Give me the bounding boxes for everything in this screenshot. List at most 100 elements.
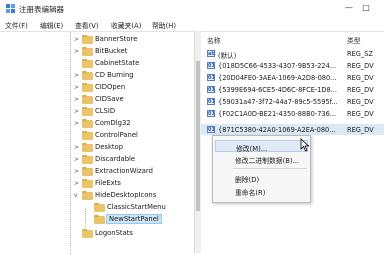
folder-icon <box>82 191 93 200</box>
tree-item-label: ControlPanel <box>95 131 138 139</box>
context-menu-separator <box>233 168 307 169</box>
menu-favorites[interactable]: 收藏夹(A) <box>111 20 141 30</box>
value-type: REG_DV <box>347 86 374 94</box>
context-menu-rename-label: 重命名(R) <box>235 189 266 197</box>
tree-item-newstartpanel[interactable]: NewStartPanel <box>0 214 194 226</box>
value-type: REG_SZ <box>347 50 373 58</box>
tree-item-bitbucket[interactable]: > BitBucket <box>0 46 194 58</box>
menu-bar: 文件(F) 编辑(E) 查看(V) 收藏夹(A) 帮助(H) <box>0 17 384 30</box>
value-name: (默认) <box>218 52 237 60</box>
mouse-pointer-icon <box>300 138 310 152</box>
expand-chevron-icon[interactable]: > <box>74 72 79 79</box>
value-row[interactable]: 01 {5399E694-6CE5-4D6C-8FCE-1D8... REG_D… <box>201 84 384 95</box>
tree-item-label: ExtractionWizard <box>95 167 153 175</box>
tree-item-label: CIDSave <box>95 95 124 103</box>
tree-item-label: BannerStore <box>95 35 138 43</box>
context-menu-rename[interactable]: 重命名(R) <box>215 185 308 197</box>
regedit-window: 注册表编辑器 — □ 文件(F) 编辑(E) 查看(V) 收藏夹(A) 帮助(H… <box>0 0 384 254</box>
column-header-name[interactable]: 名称 <box>207 35 221 45</box>
tree-item-cidopen[interactable]: > CIDOpen <box>0 82 194 94</box>
context-menu-delete[interactable]: 删除(D) <box>215 172 308 184</box>
tree-item-clsid[interactable]: > CLSID <box>0 106 194 118</box>
expand-chevron-icon[interactable]: > <box>74 180 79 187</box>
tree-item-cidsave[interactable]: > CIDSave <box>0 94 194 106</box>
regedit-app-icon <box>6 4 15 13</box>
folder-icon <box>94 215 105 224</box>
expand-chevron-icon[interactable]: > <box>74 96 79 103</box>
value-row[interactable]: 01 {59031a47-3f72-44a7-89c5-5595f... REG… <box>201 96 384 107</box>
expand-chevron-icon[interactable]: > <box>74 120 79 127</box>
tree-item-desktop[interactable]: > Desktop <box>0 142 194 154</box>
tree-item-label: ClassicStartMenu <box>107 203 166 211</box>
folder-icon <box>82 179 93 188</box>
expand-chevron-icon[interactable]: > <box>74 84 79 91</box>
key-tree[interactable]: > BannerStore > BitBucket CabinetState >… <box>0 31 194 254</box>
tree-item-fileexts[interactable]: > FileExts <box>0 178 194 190</box>
reg-binary-icon: 01 <box>207 74 215 81</box>
reg-binary-icon: 01 <box>207 110 215 117</box>
context-menu-modify[interactable]: 修改(M)... <box>215 140 308 153</box>
folder-icon <box>82 47 93 56</box>
tree-scrollbar-thumb[interactable] <box>196 61 200 211</box>
minimize-button[interactable]: — <box>343 2 355 14</box>
expand-chevron-icon[interactable]: > <box>74 48 79 55</box>
expand-chevron-icon[interactable]: > <box>74 168 79 175</box>
folder-icon <box>82 35 93 44</box>
tree-item-discardable[interactable]: > Discardable <box>0 154 194 166</box>
tree-item-extractionwizard[interactable]: > ExtractionWizard <box>0 166 194 178</box>
menu-edit[interactable]: 编辑(E) <box>40 20 63 30</box>
tree-item-label: CabinetState <box>95 59 140 67</box>
context-menu-delete-label: 删除(D) <box>235 176 260 184</box>
folder-icon <box>82 229 93 238</box>
tree-item-controlpanel[interactable]: ControlPanel <box>0 130 194 142</box>
tree-item-label: Discardable <box>95 155 136 163</box>
tree-item-label: CLSID <box>95 107 116 115</box>
maximize-button[interactable]: □ <box>360 2 372 14</box>
folder-icon <box>94 203 105 212</box>
value-name: {871C5380-42A0-1069-A2EA-080... <box>218 126 336 134</box>
title-bar: 注册表编辑器 — □ <box>0 0 384 17</box>
reg-binary-icon: 01 <box>207 62 215 69</box>
value-name: {59031a47-3f72-44a7-89c5-5595f... <box>218 98 338 106</box>
value-name: {5399E694-6CE5-4D6C-8FCE-1D8... <box>218 86 337 94</box>
expand-chevron-icon[interactable]: > <box>74 156 79 163</box>
tree-item-label: Desktop <box>95 143 124 151</box>
value-row-selected[interactable]: 01 {871C5380-42A0-1069-A2EA-080... REG_D… <box>201 124 384 135</box>
tree-item-label: CIDOpen <box>95 83 126 91</box>
folder-icon <box>82 131 93 140</box>
value-row[interactable]: 01 {F02C1A0D-BE21-4350-88B0-736... REG_D… <box>201 108 384 119</box>
folder-icon <box>82 83 93 92</box>
tree-item-label: ComDlg32 <box>95 119 131 127</box>
value-type: REG_DV <box>347 74 374 82</box>
expand-chevron-icon[interactable]: > <box>74 144 79 151</box>
tree-item-cd-burning[interactable]: > CD Burning <box>0 70 194 82</box>
folder-icon <box>82 71 93 80</box>
menu-file[interactable]: 文件(F) <box>5 20 28 30</box>
collapse-chevron-icon[interactable]: v <box>74 192 78 199</box>
value-row[interactable]: 01 {20D04FE0-3AEA-1069-A2D8-080... REG_D… <box>201 72 384 83</box>
folder-icon <box>82 155 93 164</box>
menu-help[interactable]: 帮助(H) <box>152 20 176 30</box>
expand-chevron-icon[interactable]: > <box>74 108 79 115</box>
tree-item-hidedesktopicons[interactable]: v HideDesktopIcons <box>0 190 194 202</box>
tree-item-cabinetstate[interactable]: CabinetState <box>0 58 194 70</box>
value-type: REG_DV <box>347 110 374 118</box>
menu-view[interactable]: 查看(V) <box>75 20 99 30</box>
value-row[interactable]: 01 {018D5C66-4533-4307-9B53-224... REG_D… <box>201 60 384 71</box>
expand-chevron-icon[interactable]: > <box>74 36 79 43</box>
reg-binary-icon: 01 <box>207 86 215 93</box>
tree-scrollbar[interactable] <box>194 31 201 253</box>
value-name: {018D5C66-4533-4307-9B53-224... <box>218 62 337 70</box>
folder-icon <box>82 107 93 116</box>
context-menu-modify-binary[interactable]: 修改二进制数据(B)... <box>215 153 308 165</box>
tree-item-label: NewStartPanel <box>106 214 162 224</box>
tree-item-comdlg32[interactable]: > ComDlg32 <box>0 118 194 130</box>
context-menu-modify-binary-label: 修改二进制数据(B)... <box>235 157 300 165</box>
tree-item-logonstats[interactable]: LogonStats <box>0 228 194 240</box>
tree-item-bannerstore[interactable]: > BannerStore <box>0 34 194 46</box>
tree-item-classicstartmenu[interactable]: ClassicStartMenu <box>0 202 194 214</box>
tree-item-label: HideDesktopIcons <box>95 191 157 199</box>
folder-icon <box>82 59 93 68</box>
value-row[interactable]: ab (默认) REG_SZ <box>201 48 384 60</box>
column-header-type[interactable]: 类型 <box>347 35 361 45</box>
